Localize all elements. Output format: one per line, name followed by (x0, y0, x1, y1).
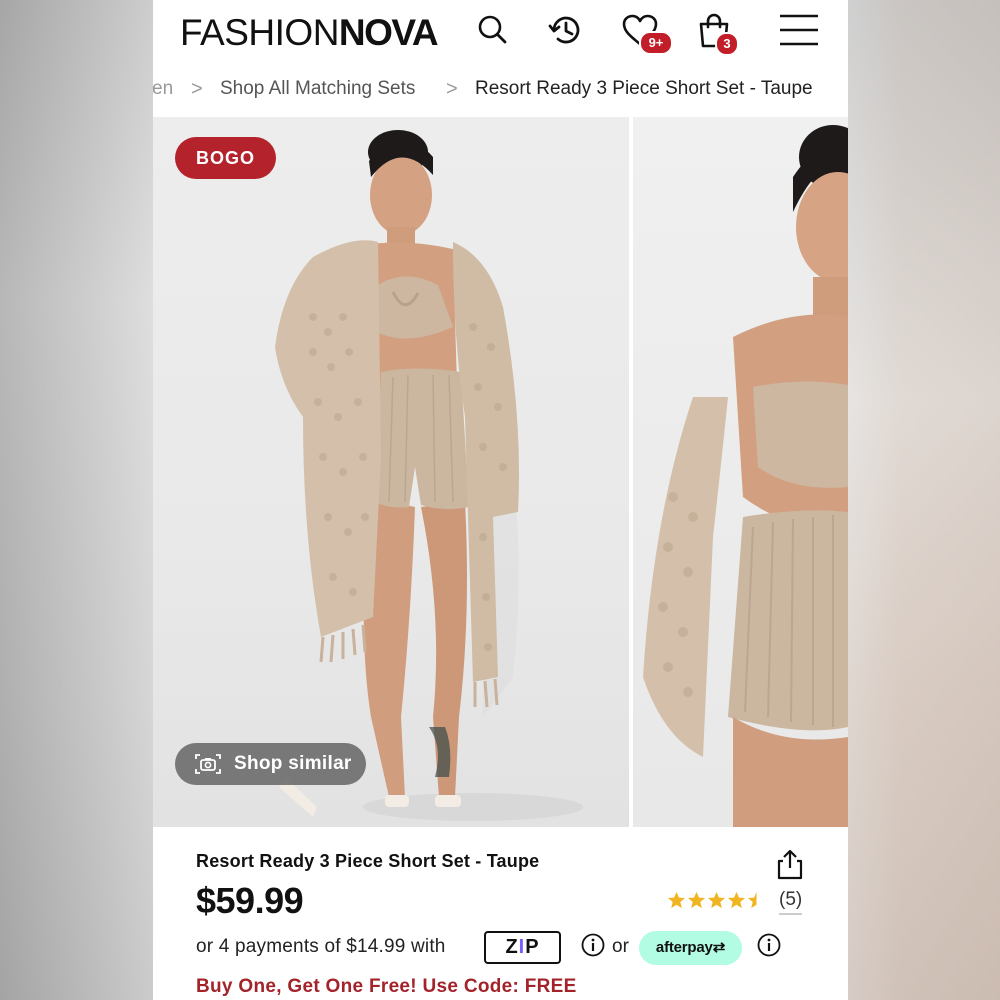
installments-text: or 4 payments of $14.99 with (196, 936, 446, 957)
shop-similar-button[interactable]: Shop similar (175, 743, 366, 785)
product-gallery[interactable]: BOGO Shop similar (153, 117, 848, 827)
zip-info-icon[interactable] (581, 933, 605, 957)
cart-button[interactable]: 3 (695, 10, 750, 60)
or-text: or (612, 936, 629, 957)
afterpay-arrows-icon: ⇄ (712, 939, 726, 956)
background-right (848, 0, 1000, 1000)
camera-icon (195, 754, 221, 774)
bogo-promo-text: Buy One, Get One Free! Use Code: FREE (196, 976, 577, 997)
product-title: Resort Ready 3 Piece Short Set - Taupe (196, 851, 540, 871)
star-icon (747, 891, 766, 909)
cart-count-badge: 3 (715, 32, 739, 56)
star-icon (687, 891, 706, 909)
product-image-secondary[interactable] (633, 117, 848, 827)
afterpay-logo[interactable]: afterpay⇄ (639, 931, 742, 965)
bogo-badge: BOGO (175, 137, 276, 179)
brand-logo[interactable]: FASHION NOVA (180, 12, 439, 53)
share-icon[interactable] (777, 848, 803, 880)
breadcrumb-item-current: Resort Ready 3 Piece Short Set - Taupe (475, 78, 813, 99)
model-closeup-illustration (643, 125, 848, 827)
background-left (0, 0, 153, 1000)
star-icon (727, 891, 746, 909)
star-rating[interactable] (667, 891, 766, 910)
search-icon[interactable] (473, 10, 513, 50)
afterpay-label: afterpay (655, 939, 713, 956)
breadcrumb-separator: > (191, 78, 203, 100)
history-icon[interactable] (546, 10, 586, 50)
logo-text-thin: FASHION (180, 12, 339, 53)
shop-similar-label: Shop similar (234, 753, 352, 774)
breadcrumb: en > Shop All Matching Sets > Resort Rea… (153, 72, 848, 106)
product-image-main[interactable]: BOGO Shop similar (153, 117, 629, 827)
model-illustration (275, 130, 583, 821)
product-page: FASHION NOVA 9+ 3 en > Shop All Matching… (153, 0, 848, 1000)
breadcrumb-item-matching-sets[interactable]: Shop All Matching Sets (220, 78, 415, 100)
zip-logo[interactable]: ZIP (484, 931, 561, 964)
breadcrumb-separator: > (446, 78, 458, 100)
logo-text-bold: NOVA (338, 12, 439, 53)
product-price: $59.99 (196, 880, 304, 921)
site-header: FASHION NOVA 9+ 3 (153, 0, 848, 64)
review-count[interactable]: (5) (779, 889, 803, 915)
wishlist-count-badge: 9+ (639, 31, 673, 55)
breadcrumb-item-previous[interactable]: en (153, 78, 173, 100)
product-info: Resort Ready 3 Piece Short Set - Taupe $… (153, 828, 848, 1000)
menu-icon[interactable] (778, 11, 820, 51)
afterpay-info-icon[interactable] (757, 933, 781, 957)
wishlist-button[interactable]: 9+ (620, 10, 680, 60)
star-icon (707, 891, 726, 909)
star-icon (667, 891, 686, 909)
